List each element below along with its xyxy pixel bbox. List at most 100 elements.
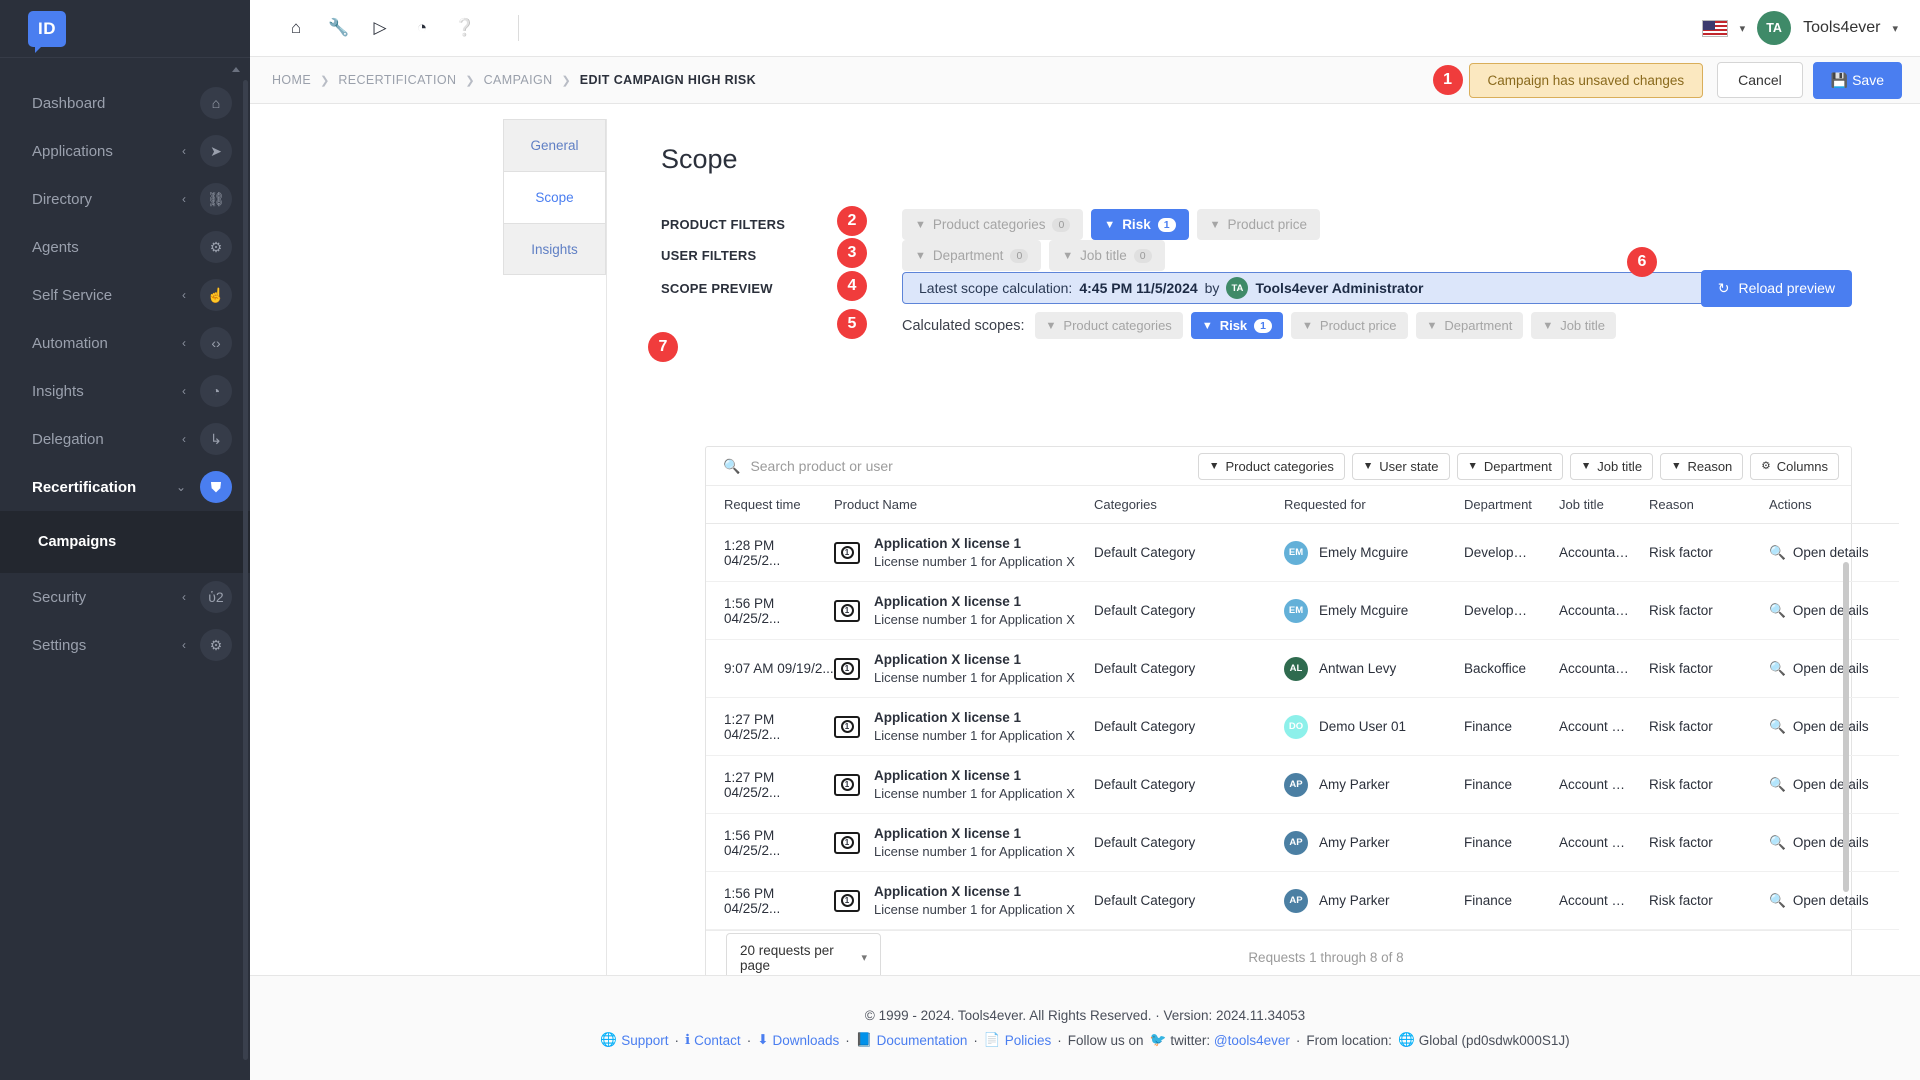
- column-header-actions[interactable]: Actions: [1769, 486, 1899, 524]
- lock-icon: ὑ2: [200, 581, 232, 613]
- table-row[interactable]: 1:27 PM 04/25/2... 1 Application X license…: [706, 697, 1899, 756]
- user-menu-label[interactable]: Tools4ever: [1803, 19, 1880, 37]
- filter-chip-risk[interactable]: ▼ Risk 1: [1190, 312, 1284, 339]
- brand[interactable]: ID: [0, 0, 250, 57]
- filter-chip-label: Job title: [1560, 318, 1606, 333]
- sidebar-item-dashboard[interactable]: Dashboard ⌂: [0, 79, 250, 127]
- footer-link-contact[interactable]: Contact: [694, 1033, 741, 1048]
- column-header-reason[interactable]: Reason: [1649, 486, 1769, 524]
- open-details-label: Open details: [1792, 835, 1869, 850]
- annotation-marker-3: 3: [837, 238, 867, 268]
- avatar: EM: [1284, 598, 1308, 623]
- open-details-button[interactable]: 🔍 Open details: [1769, 893, 1869, 909]
- chevron-icon: ‹: [182, 384, 186, 398]
- footer-link-policies[interactable]: Policies: [1005, 1033, 1052, 1048]
- breadcrumb-item-2[interactable]: CAMPAIGN: [484, 73, 553, 87]
- open-details-button[interactable]: 🔍 Open details: [1769, 719, 1869, 735]
- table-row[interactable]: 1:27 PM 04/25/2... 1 Application X license…: [706, 755, 1899, 814]
- footer-separator: ·: [845, 1032, 850, 1048]
- user-chevron-down-icon[interactable]: ▾: [1892, 22, 1898, 35]
- cell-product: 1 Application X license 1 License number 1…: [834, 755, 1094, 814]
- sidebar-item-campaigns[interactable]: Campaigns: [0, 511, 250, 573]
- cell-reason: Risk factor: [1649, 755, 1769, 814]
- search-area: 🔍: [706, 458, 1198, 475]
- table-filter-job-title[interactable]: ▼ Job title: [1569, 452, 1654, 480]
- cell-request-time: 1:56 PM 04/25/2...: [706, 581, 834, 640]
- filter-chip-job-title[interactable]: ▼ Job title 0: [1049, 240, 1165, 271]
- cancel-button[interactable]: Cancel: [1717, 62, 1803, 98]
- tab-general[interactable]: General: [503, 119, 606, 171]
- footer-link-documentation[interactable]: Documentation: [877, 1033, 968, 1048]
- table-scrollbar[interactable]: [1843, 562, 1849, 892]
- flask-icon[interactable]: ▷: [370, 18, 390, 38]
- help-icon[interactable]: ❔: [454, 18, 475, 38]
- cell-category: Default Category: [1094, 813, 1284, 872]
- breadcrumb-item-0[interactable]: HOME: [272, 73, 311, 87]
- table-filter-user-state[interactable]: ▼ User state: [1351, 452, 1450, 480]
- sidebar-item-automation[interactable]: Automation ‹ ‹›: [0, 319, 250, 367]
- open-details-button[interactable]: 🔍 Open details: [1769, 545, 1869, 561]
- filter-chip-product-categories[interactable]: ▼ Product categories 0: [902, 209, 1084, 240]
- preview-timestamp: 4:45 PM 11/5/2024: [1079, 280, 1198, 296]
- sidebar-item-directory[interactable]: Directory ‹ ⛓: [0, 175, 250, 223]
- tab-insights[interactable]: Insights: [503, 223, 606, 275]
- filter-chip-product-price[interactable]: ▼ Product price: [1291, 312, 1408, 339]
- column-header-department[interactable]: Department: [1464, 486, 1559, 524]
- footer-link-downloads[interactable]: Downloads: [773, 1033, 840, 1048]
- table-filter-reason[interactable]: ▼ Reason: [1660, 452, 1744, 480]
- chevron-icon: ‹: [182, 432, 186, 446]
- language-flag-icon[interactable]: [1701, 19, 1728, 37]
- filter-chip-risk[interactable]: ▼ Risk 1: [1091, 209, 1189, 240]
- sidebar-scrollbar[interactable]: [243, 80, 248, 1060]
- chevron-icon: ‹: [182, 288, 186, 302]
- home-icon[interactable]: ⌂: [286, 18, 306, 38]
- breadcrumb-item-1[interactable]: RECERTIFICATION: [338, 73, 456, 87]
- cell-requested-for: AP Amy Parker: [1284, 755, 1464, 814]
- sidebar-item-security[interactable]: Security ‹ ὑ2: [0, 573, 250, 621]
- sidebar-item-insights[interactable]: Insights ‹ ◔: [0, 367, 250, 415]
- table-row[interactable]: 1:56 PM 04/25/2... 1 Application X license…: [706, 813, 1899, 872]
- wrench-icon[interactable]: 🔧: [328, 18, 349, 38]
- filter-chip-product-price[interactable]: ▼ Product price: [1196, 209, 1320, 240]
- sidebar-item-settings[interactable]: Settings ‹ ⚙: [0, 621, 250, 669]
- column-header-categories[interactable]: Categories: [1094, 486, 1284, 524]
- open-details-button[interactable]: 🔍 Open details: [1769, 603, 1869, 619]
- filter-chip-product-categories[interactable]: ▼ Product categories: [1034, 312, 1183, 339]
- twitter-handle-link[interactable]: @tools4ever: [1214, 1033, 1290, 1048]
- sidebar-item-self-service[interactable]: Self Service ‹ ☝: [0, 271, 250, 319]
- table-filter-department[interactable]: ▼ Department: [1456, 452, 1563, 480]
- table-row[interactable]: 9:07 AM 09/19/2... 1 Application X license…: [706, 639, 1899, 698]
- open-details-button[interactable]: 🔍 Open details: [1769, 835, 1869, 851]
- save-button[interactable]: 💾 Save: [1812, 61, 1902, 99]
- tab-scope[interactable]: Scope: [503, 171, 606, 223]
- search-input[interactable]: [750, 458, 1151, 474]
- column-header-product-name[interactable]: Product Name: [834, 486, 1094, 524]
- open-details-button[interactable]: 🔍 Open details: [1769, 661, 1869, 677]
- table-row[interactable]: 1:56 PM 04/25/2... 1 Application X license…: [706, 871, 1899, 930]
- cell-reason: Risk factor: [1649, 871, 1769, 930]
- pie-chart-icon[interactable]: ◔: [412, 18, 432, 38]
- sidebar-item-applications[interactable]: Applications ‹ ➤: [0, 127, 250, 175]
- sidebar-item-label: Delegation: [32, 430, 104, 448]
- table-filter-product-categories[interactable]: ▼ Product categories: [1198, 452, 1345, 480]
- table-filter-columns[interactable]: ⚙ Columns: [1750, 452, 1839, 480]
- table-row[interactable]: 1:56 PM 04/25/2... 1 Application X license…: [706, 581, 1899, 640]
- column-header-request-time[interactable]: Request time: [706, 486, 834, 524]
- avatar[interactable]: TA: [1757, 11, 1792, 45]
- cell-request-time: 9:07 AM 09/19/2...: [706, 639, 834, 698]
- sidebar-scroll-up[interactable]: [0, 57, 250, 79]
- open-details-button[interactable]: 🔍 Open details: [1769, 777, 1869, 793]
- sidebar-item-agents[interactable]: Agents ⚙: [0, 223, 250, 271]
- filter-chip-department[interactable]: ▼ Department 0: [902, 240, 1042, 271]
- cell-reason: Risk factor: [1649, 581, 1769, 640]
- footer-link-support[interactable]: Support: [621, 1033, 668, 1048]
- column-header-job-title[interactable]: Job title: [1559, 486, 1649, 524]
- sidebar-item-delegation[interactable]: Delegation ‹ ↳: [0, 415, 250, 463]
- filter-chip-department[interactable]: ▼ Department: [1415, 312, 1524, 339]
- filter-chip-job-title[interactable]: ▼ Job title: [1531, 312, 1617, 339]
- reload-preview-button[interactable]: ↻ Reload preview: [1700, 269, 1852, 307]
- column-header-requested-for[interactable]: Requested for: [1284, 486, 1464, 524]
- table-row[interactable]: 1:28 PM 04/25/2... 1 Application X license…: [706, 523, 1899, 582]
- sidebar-item-recertification[interactable]: Recertification ⌄ ⛊: [0, 463, 250, 511]
- language-chevron-down-icon[interactable]: ▾: [1740, 22, 1746, 35]
